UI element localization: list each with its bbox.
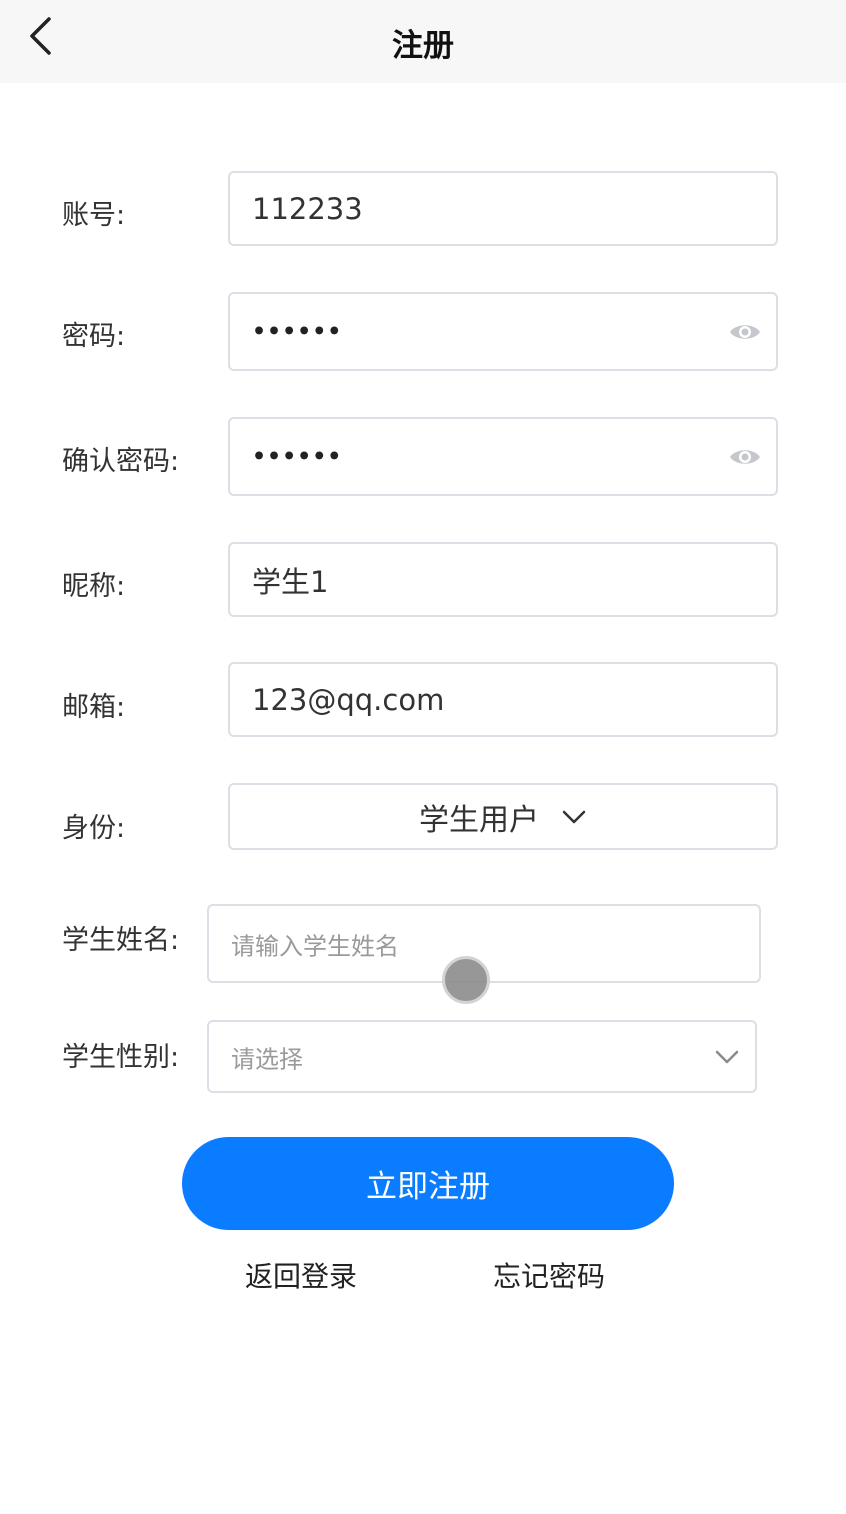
password-input[interactable]: •••••• — [228, 292, 778, 371]
student-gender-select[interactable]: 请选择 — [207, 1020, 757, 1093]
identity-value: 学生用户 — [419, 802, 539, 838]
account-value: 112233 — [252, 191, 363, 226]
confirm-password-label: 确认密码: — [62, 446, 180, 477]
student-gender-placeholder: 请选择 — [231, 1045, 303, 1073]
email-input[interactable]: 123@qq.com — [228, 662, 778, 737]
account-label: 账号: — [62, 200, 126, 231]
student-name-label: 学生姓名: — [62, 925, 180, 956]
page-title: 注册 — [392, 28, 454, 64]
nickname-input[interactable]: 学生1 — [228, 542, 778, 617]
identity-select[interactable]: 学生用户 — [228, 783, 778, 850]
forgot-password-link[interactable]: 忘记密码 — [493, 1255, 605, 1295]
student-name-placeholder: 请输入学生姓名 — [231, 932, 399, 960]
account-input[interactable]: 112233 — [228, 171, 778, 246]
email-label: 邮箱: — [62, 692, 126, 723]
nickname-label: 昵称: — [62, 571, 126, 602]
touch-indicator — [442, 956, 490, 1004]
password-value: •••••• — [252, 319, 343, 344]
eye-icon[interactable] — [728, 445, 762, 469]
register-button[interactable]: 立即注册 — [182, 1137, 674, 1230]
eye-icon[interactable] — [728, 320, 762, 344]
password-label: 密码: — [62, 321, 126, 352]
chevron-down-icon — [562, 810, 586, 823]
nav-bar: 注册 — [0, 0, 846, 83]
confirm-password-value: •••••• — [252, 444, 343, 469]
student-gender-label: 学生性别: — [62, 1042, 180, 1073]
email-value: 123@qq.com — [252, 682, 445, 717]
identity-label: 身份: — [62, 813, 126, 844]
nickname-value: 学生1 — [252, 564, 329, 599]
chevron-down-icon — [715, 1050, 739, 1063]
back-to-login-link[interactable]: 返回登录 — [245, 1255, 357, 1295]
confirm-password-input[interactable]: •••••• — [228, 417, 778, 496]
